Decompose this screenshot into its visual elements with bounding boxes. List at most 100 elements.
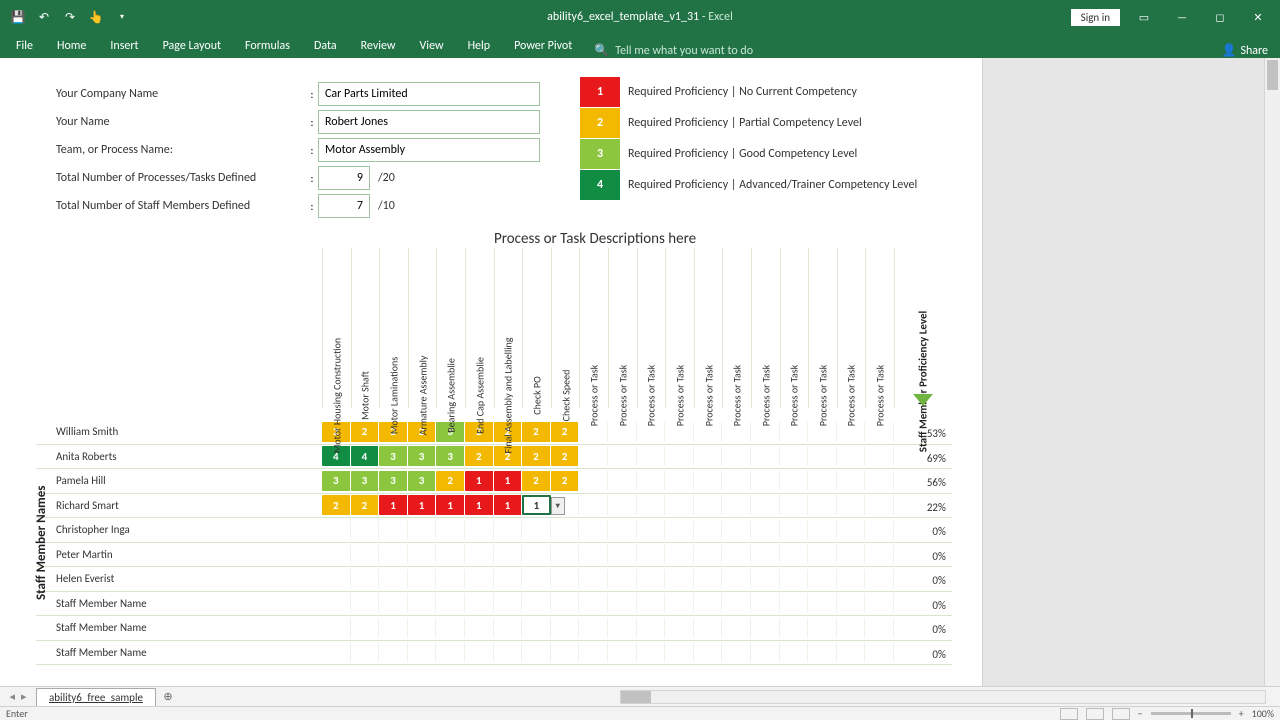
matrix-cell[interactable] [608, 471, 637, 491]
matrix-cell[interactable] [579, 446, 608, 466]
column-header[interactable]: Process or Task [780, 248, 809, 408]
matrix-cell[interactable] [608, 544, 637, 564]
matrix-cell[interactable]: 2 [551, 471, 580, 491]
matrix-cell[interactable] [808, 471, 837, 491]
page-break-view-icon[interactable] [1112, 708, 1130, 720]
matrix-cell[interactable] [436, 593, 465, 613]
matrix-cell[interactable] [751, 618, 780, 638]
matrix-cell[interactable] [408, 520, 437, 540]
matrix-cell[interactable] [551, 569, 580, 589]
matrix-cell[interactable] [522, 544, 551, 564]
page-layout-view-icon[interactable] [1086, 708, 1104, 720]
matrix-cell[interactable] [751, 569, 780, 589]
matrix-cell[interactable] [837, 618, 866, 638]
matrix-cell[interactable] [608, 520, 637, 540]
matrix-cell[interactable] [379, 618, 408, 638]
save-icon[interactable]: 💾 [6, 5, 30, 29]
vertical-scrollbar[interactable] [1264, 58, 1280, 694]
tell-me-search[interactable]: 🔍 Tell me what you want to do [594, 43, 753, 58]
matrix-cell[interactable]: 1 [408, 495, 437, 515]
matrix-cell[interactable] [865, 618, 894, 638]
matrix-cell[interactable] [665, 544, 694, 564]
column-header[interactable]: Process or Task [722, 248, 751, 408]
column-header[interactable]: Process or Task [637, 248, 666, 408]
column-header[interactable]: Process or Task [608, 248, 637, 408]
matrix-cell[interactable] [465, 544, 494, 564]
matrix-cell[interactable] [808, 446, 837, 466]
matrix-cell[interactable] [694, 569, 723, 589]
matrix-cell[interactable] [780, 446, 809, 466]
matrix-cell[interactable]: 2 [322, 495, 351, 515]
matrix-cell[interactable] [465, 569, 494, 589]
matrix-cell[interactable] [722, 520, 751, 540]
matrix-cell[interactable] [665, 642, 694, 662]
matrix-cell[interactable]: 1 [465, 471, 494, 491]
staff-name[interactable]: Staff Member Name [36, 621, 322, 634]
matrix-cell[interactable] [608, 446, 637, 466]
matrix-cell[interactable] [722, 495, 751, 515]
matrix-cell[interactable] [780, 618, 809, 638]
matrix-cell[interactable] [322, 618, 351, 638]
touch-icon[interactable]: 👆 [84, 5, 108, 29]
matrix-cell[interactable] [637, 446, 666, 466]
matrix-cell[interactable] [465, 618, 494, 638]
undo-icon[interactable]: ↶ [32, 5, 56, 29]
matrix-cell[interactable] [494, 569, 523, 589]
matrix-cell[interactable] [665, 593, 694, 613]
sheet-nav[interactable]: ◂▸ [0, 690, 36, 703]
matrix-cell[interactable] [351, 520, 380, 540]
matrix-cell[interactable] [837, 569, 866, 589]
matrix-cell[interactable] [694, 618, 723, 638]
matrix-cell[interactable] [722, 642, 751, 662]
matrix-cell[interactable] [551, 593, 580, 613]
matrix-cell[interactable] [436, 618, 465, 638]
ribbon-tab-page-layout[interactable]: Page Layout [151, 35, 233, 58]
matrix-cell[interactable] [351, 569, 380, 589]
matrix-cell[interactable] [608, 593, 637, 613]
matrix-cell[interactable] [780, 471, 809, 491]
matrix-cell[interactable] [579, 495, 608, 515]
matrix-cell[interactable] [379, 593, 408, 613]
matrix-cell[interactable] [408, 569, 437, 589]
name-input[interactable]: Robert Jones [318, 110, 540, 134]
matrix-cell[interactable] [494, 642, 523, 662]
matrix-cell[interactable]: 1 [379, 495, 408, 515]
matrix-cell[interactable] [751, 642, 780, 662]
column-header[interactable]: End Cap Assemblie [465, 248, 494, 408]
matrix-cell[interactable] [808, 495, 837, 515]
matrix-cell[interactable] [522, 520, 551, 540]
minimize-icon[interactable]: — [1168, 3, 1196, 31]
matrix-cell[interactable] [579, 618, 608, 638]
matrix-cell[interactable] [722, 593, 751, 613]
matrix-cell[interactable] [379, 642, 408, 662]
matrix-cell[interactable] [865, 593, 894, 613]
staff-name[interactable]: Richard Smart [36, 499, 322, 512]
matrix-cell[interactable]: 1 [465, 495, 494, 515]
staff-name[interactable]: Christopher Inga [36, 523, 322, 536]
matrix-cell[interactable] [322, 593, 351, 613]
matrix-cell[interactable] [465, 520, 494, 540]
matrix-cell[interactable] [494, 593, 523, 613]
matrix-cell[interactable] [780, 544, 809, 564]
column-header[interactable]: Process or Task [694, 248, 723, 408]
signin-button[interactable]: Sign in [1071, 9, 1120, 26]
zoom-in-icon[interactable]: + [1239, 707, 1244, 720]
share-button[interactable]: 👤 Share [1221, 43, 1280, 58]
matrix-cell[interactable]: 2 [522, 471, 551, 491]
staff-name[interactable]: Helen Everist [36, 572, 322, 585]
matrix-cell[interactable] [865, 495, 894, 515]
maximize-icon[interactable]: ◻ [1206, 3, 1234, 31]
matrix-cell[interactable] [351, 618, 380, 638]
matrix-cell[interactable] [608, 642, 637, 662]
zoom-slider[interactable] [1151, 712, 1231, 715]
add-sheet-button[interactable]: ⊕ [156, 690, 180, 703]
matrix-cell[interactable] [780, 495, 809, 515]
company-input[interactable]: Car Parts Limited [318, 82, 540, 106]
matrix-cell[interactable] [436, 544, 465, 564]
matrix-cell[interactable] [837, 642, 866, 662]
matrix-cell[interactable] [608, 495, 637, 515]
matrix-cell[interactable] [494, 544, 523, 564]
matrix-cell[interactable]: 2 [351, 495, 380, 515]
matrix-cell[interactable] [436, 642, 465, 662]
column-header[interactable]: Final Assembly and Labelling [494, 248, 523, 408]
